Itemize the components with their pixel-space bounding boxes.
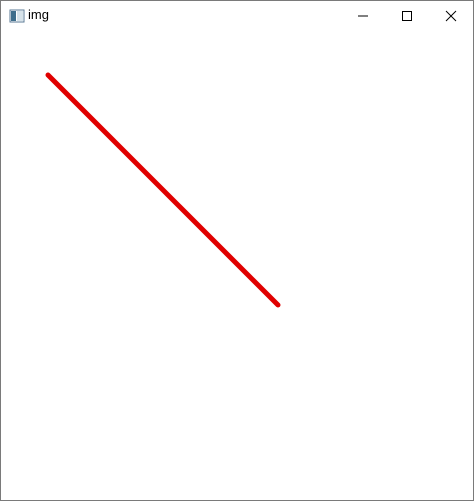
title-bar[interactable]: img [1, 1, 473, 31]
close-button[interactable] [429, 1, 473, 31]
minimize-button[interactable] [341, 1, 385, 31]
image-canvas [1, 31, 473, 500]
maximize-icon [401, 10, 413, 22]
red-diagonal-line [45, 72, 281, 308]
app-window: img [0, 0, 474, 501]
canvas-drawing [45, 72, 281, 308]
maximize-button[interactable] [385, 1, 429, 31]
window-title: img [28, 7, 49, 22]
image-window-icon [9, 8, 25, 24]
close-icon [445, 10, 457, 22]
minimize-icon [357, 10, 369, 22]
